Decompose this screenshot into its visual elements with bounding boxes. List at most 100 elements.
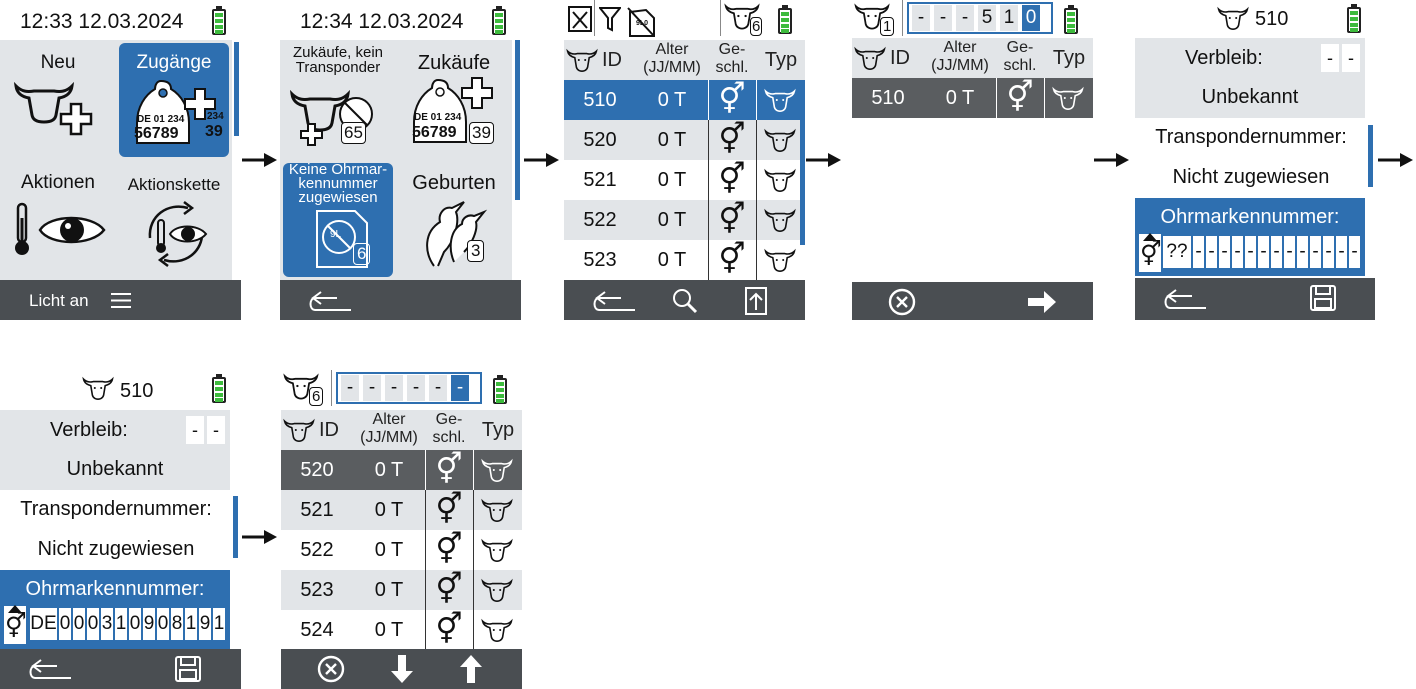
tile-zugaenge[interactable]: Zugänge DE 01 234 56789 234 39: [119, 43, 229, 157]
digit[interactable]: 5: [978, 5, 996, 31]
table-row[interactable]: 510 0 T ⚥: [852, 78, 1093, 118]
digit-active[interactable]: 0: [1022, 5, 1040, 31]
digit[interactable]: -: [429, 375, 447, 401]
digit[interactable]: -: [186, 416, 204, 444]
table-row[interactable]: 521 0 T ⚥: [564, 160, 805, 200]
ear-char[interactable]: -: [1245, 236, 1256, 268]
ear-char[interactable]: 9: [199, 608, 211, 640]
table-row[interactable]: 510 0 T ⚥: [564, 80, 805, 120]
ear-char[interactable]: -: [1219, 236, 1230, 268]
table-row[interactable]: 523 0 T ⚥: [564, 240, 805, 280]
ear-number-input[interactable]: DE 0 0 0 3 1 0 9 0 8 1 9 1: [30, 608, 227, 640]
ear-char[interactable]: 8: [171, 608, 183, 640]
back-icon[interactable]: [307, 288, 355, 314]
ear-char[interactable]: -: [1323, 236, 1334, 268]
cow-plus-icon: [14, 81, 93, 136]
back-icon[interactable]: [27, 656, 75, 682]
tile-aktionskette[interactable]: Aktionskette: [116, 160, 232, 280]
ear-char[interactable]: -: [1271, 236, 1282, 268]
cancel-icon[interactable]: [888, 288, 916, 316]
table-row[interactable]: 522 0 T ⚥: [281, 530, 522, 570]
arrow-down-icon[interactable]: [391, 655, 413, 683]
digit[interactable]: -: [1342, 44, 1360, 72]
hamburger-menu-icon[interactable]: [111, 292, 131, 309]
digit[interactable]: -: [407, 375, 425, 401]
table-row[interactable]: 520 0 T ⚥: [281, 450, 522, 490]
tile-zukaeufe-kein-transponder[interactable]: Zukäufe, kein Transponder 65: [280, 40, 396, 160]
ear-char[interactable]: 3: [101, 608, 113, 640]
tile-neu[interactable]: Neu: [0, 40, 116, 160]
search-icon[interactable]: [672, 288, 698, 314]
digit-active[interactable]: -: [451, 375, 469, 401]
scrollbar[interactable]: [800, 80, 805, 245]
filter-icon[interactable]: [599, 6, 621, 32]
tile-zugaenge-label: Zugänge: [136, 52, 212, 73]
ear-char[interactable]: 1: [213, 608, 225, 640]
ear-number-input[interactable]: ?? - - - - - - - - - - - - -: [1163, 236, 1362, 268]
back-icon[interactable]: [1162, 286, 1210, 312]
ear-char[interactable]: -: [1297, 236, 1308, 268]
ear-char[interactable]: -: [1193, 236, 1204, 268]
sex-selector[interactable]: ⚥: [1139, 233, 1162, 272]
ear-char[interactable]: -: [1284, 236, 1295, 268]
col-id: ID: [890, 47, 910, 69]
back-icon[interactable]: [591, 288, 639, 314]
ear-char[interactable]: 0: [157, 608, 169, 640]
next-arrow-icon[interactable]: [1028, 291, 1056, 313]
arrow-up-icon[interactable]: [460, 655, 482, 683]
table-row[interactable]: 524 0 T ⚥: [281, 610, 522, 650]
ear-char[interactable]: 1: [185, 608, 197, 640]
ear-char[interactable]: 0: [129, 608, 141, 640]
id-digit-input[interactable]: - - - 5 1 0: [912, 5, 1044, 31]
cancel-icon[interactable]: [317, 655, 345, 683]
digit[interactable]: -: [1321, 44, 1339, 72]
verbleib-input[interactable]: - -: [1321, 44, 1360, 72]
tile-aktionen[interactable]: Aktionen: [0, 160, 116, 280]
tile-geburten[interactable]: Geburten 3: [396, 160, 512, 280]
digit[interactable]: -: [207, 416, 225, 444]
licht-an-button[interactable]: Licht an: [29, 291, 89, 311]
ear-char[interactable]: -: [1206, 236, 1217, 268]
digit[interactable]: -: [912, 5, 930, 31]
col-type: Typ: [481, 419, 515, 441]
ear-char[interactable]: -: [1310, 236, 1321, 268]
tile-keine-ohrmarkennummer[interactable]: Keine Ohrmar-kennummer zugewiesen 9L 6: [283, 162, 393, 277]
table-row[interactable]: 521 0 T ⚥: [281, 490, 522, 530]
scrollbar[interactable]: [234, 42, 239, 136]
ear-char[interactable]: 1: [115, 608, 127, 640]
save-icon[interactable]: [174, 655, 202, 683]
footer-bar: [281, 649, 522, 689]
ear-char[interactable]: ??: [1163, 236, 1191, 268]
verbleib-input[interactable]: - -: [186, 416, 225, 444]
ear-char[interactable]: 0: [59, 608, 71, 640]
save-icon[interactable]: [1309, 284, 1337, 312]
ear-char[interactable]: DE: [30, 608, 57, 640]
table-row[interactable]: 522 0 T ⚥: [564, 200, 805, 240]
id-digit-input[interactable]: - - - - - -: [341, 375, 473, 401]
table-header: ID Alter (JJ/MM) Ge- schl. Typ: [564, 40, 805, 80]
export-icon[interactable]: [744, 286, 768, 316]
scrollbar[interactable]: [1368, 125, 1373, 187]
ear-char[interactable]: 0: [87, 608, 99, 640]
ear-char[interactable]: -: [1336, 236, 1347, 268]
digit[interactable]: -: [385, 375, 403, 401]
table-row[interactable]: 520 0 T ⚥: [564, 120, 805, 160]
tile-zukaeufe[interactable]: Zukäufe DE 01 234 56789 39: [396, 40, 512, 160]
digit[interactable]: -: [934, 5, 952, 31]
ear-char[interactable]: 9: [143, 608, 155, 640]
digit[interactable]: -: [363, 375, 381, 401]
digit[interactable]: -: [341, 375, 359, 401]
ear-char[interactable]: 0: [73, 608, 85, 640]
ear-char[interactable]: -: [1349, 236, 1360, 268]
battery-icon: [212, 6, 226, 35]
sex-selector[interactable]: ⚥: [4, 605, 27, 644]
digit[interactable]: -: [956, 5, 974, 31]
ear-char[interactable]: -: [1258, 236, 1269, 268]
ear-char[interactable]: -: [1232, 236, 1243, 268]
table-row[interactable]: 523 0 T ⚥: [281, 570, 522, 610]
scrollbar[interactable]: [233, 496, 238, 558]
scrollbar[interactable]: [515, 40, 520, 200]
badge-count: 3: [467, 240, 485, 262]
animal-filter-icon[interactable]: [568, 4, 592, 34]
digit[interactable]: 1: [1000, 5, 1018, 31]
